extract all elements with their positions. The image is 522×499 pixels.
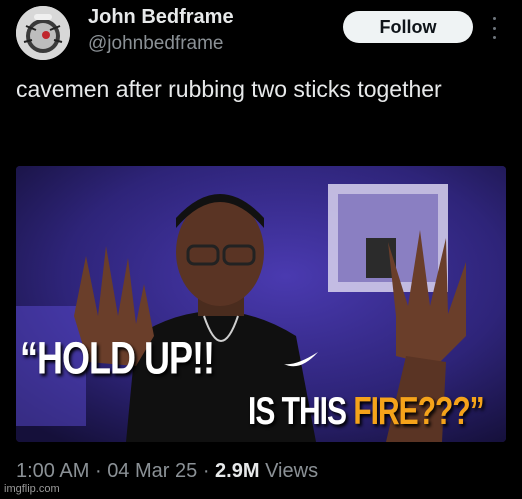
tweet-meta: 1:00 AM · 04 Mar 25 · 2.9M Views <box>16 460 318 483</box>
follow-button[interactable]: Follow <box>343 11 473 43</box>
imgflip-watermark: imgflip.com <box>4 483 60 495</box>
meta-separator: · <box>202 460 210 482</box>
more-vertical-icon[interactable] <box>486 17 502 39</box>
tweet-time[interactable]: 1:00 AM <box>16 460 89 482</box>
caption-highlight: FIRE???” <box>353 390 484 433</box>
meme-caption-line2: IS THIS FIRE???” <box>248 390 485 434</box>
meta-separator: · <box>94 460 102 482</box>
more-dot <box>492 17 496 20</box>
more-dot <box>492 26 496 30</box>
avatar-icon <box>16 6 70 60</box>
author-handle[interactable]: @johnbedframe <box>88 33 223 55</box>
views-label: Views <box>265 460 319 482</box>
tweet-text: cavemen after rubbing two sticks togethe… <box>16 76 442 102</box>
author-name[interactable]: John Bedframe <box>88 6 234 29</box>
caption-prefix: IS THIS <box>248 390 354 433</box>
more-dot <box>492 36 496 39</box>
views-count: 2.9M <box>215 460 260 482</box>
tweet-media-image[interactable]: “HOLD UP!! IS THIS FIRE???” <box>16 166 506 442</box>
tweet-header: John Bedframe @johnbedframe Follow <box>0 0 522 70</box>
avatar[interactable] <box>16 6 70 60</box>
tweet-date[interactable]: 04 Mar 25 <box>107 460 197 482</box>
meme-caption-line1: “HOLD UP!! <box>20 332 215 384</box>
